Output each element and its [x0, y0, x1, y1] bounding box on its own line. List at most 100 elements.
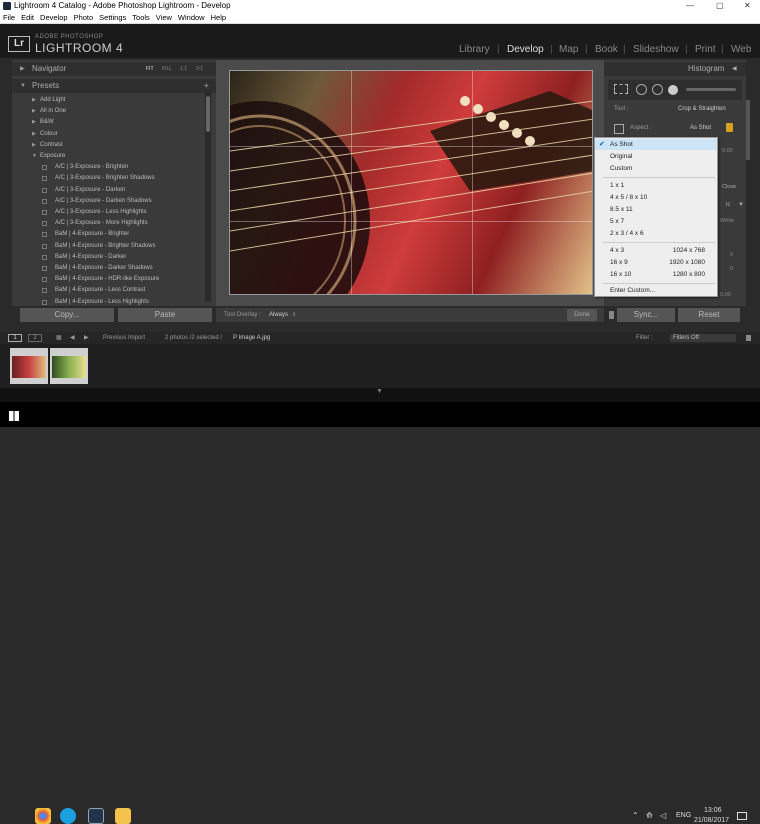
module-slideshow[interactable]: Slideshow: [633, 44, 679, 55]
preset-item[interactable]: A/C | 3-Exposure - Darken: [12, 185, 208, 196]
preset-item[interactable]: A/C | 3-Exposure - More Highlights: [12, 218, 208, 229]
preset-item[interactable]: BaM | 4-Exposure - Darker Shadows: [12, 263, 208, 274]
copy-button[interactable]: Copy...: [20, 308, 114, 322]
menu-view[interactable]: View: [156, 13, 172, 22]
clock-time[interactable]: 13:06: [704, 807, 722, 814]
presets-header[interactable]: ▼ Presets +: [12, 79, 216, 93]
presets-scrollbar[interactable]: [205, 92, 211, 302]
menu-settings[interactable]: Settings: [99, 13, 126, 22]
zoom-fill[interactable]: FILL: [162, 62, 172, 76]
screen-1-button[interactable]: 1: [8, 334, 22, 342]
add-preset-icon[interactable]: +: [204, 79, 209, 93]
preset-folder[interactable]: ▶ Add Light: [12, 95, 208, 106]
tool-overlay-select[interactable]: Always: [269, 308, 288, 322]
module-print[interactable]: Print: [695, 44, 716, 55]
aspect-option-original[interactable]: Original: [595, 151, 717, 162]
notifications-icon[interactable]: [737, 812, 747, 820]
filename[interactable]: P Image A.jpg: [233, 332, 270, 344]
aspect-value[interactable]: As Shot: [690, 125, 711, 131]
red-eye-icon[interactable]: [652, 84, 663, 95]
done-button[interactable]: Done: [567, 309, 597, 321]
preset-item[interactable]: A/C | 3-Exposure - Brighten: [12, 162, 208, 173]
aspect-option[interactable]: 2 x 3 / 4 x 6: [595, 228, 717, 239]
preset-folder[interactable]: ▶ B&W: [12, 117, 208, 128]
crop-frame-icon[interactable]: [614, 124, 624, 134]
aspect-option[interactable]: 8.5 x 11: [595, 204, 717, 215]
aspect-option[interactable]: 16 x 10 1280 x 800: [595, 269, 717, 280]
module-library[interactable]: Library: [459, 44, 490, 55]
network-icon[interactable]: ⟰: [646, 811, 653, 820]
close-icon[interactable]: ✕: [744, 0, 751, 12]
brush-slider-icon[interactable]: [686, 88, 736, 91]
tray-up-arrow-icon[interactable]: ⌃: [632, 811, 639, 820]
menu-tools[interactable]: Tools: [132, 13, 150, 22]
aspect-option-custom[interactable]: Custom: [595, 163, 717, 174]
module-book[interactable]: Book: [595, 44, 618, 55]
preset-item[interactable]: BaM | 4-Exposure - HDR-like Exposure: [12, 274, 208, 285]
aspect-option-as-shot[interactable]: ✔ As Shot: [595, 139, 717, 150]
graduated-filter-icon[interactable]: [668, 85, 678, 95]
module-map[interactable]: Map: [559, 44, 578, 55]
menu-photo[interactable]: Photo: [74, 13, 94, 22]
minimize-icon[interactable]: —: [686, 0, 694, 12]
language-indicator[interactable]: ENG: [676, 812, 691, 819]
preset-item[interactable]: BaM | 4-Exposure - Less Highlights: [12, 297, 208, 308]
zoom-1-1[interactable]: 1:1: [180, 62, 187, 76]
preset-item[interactable]: A/C | 3-Exposure - Brighten Shadows: [12, 173, 208, 184]
preset-folder[interactable]: ▶ Contrast: [12, 140, 208, 151]
preset-folder[interactable]: ▶ Colour: [12, 129, 208, 140]
preset-folder[interactable]: ▶ All in One: [12, 106, 208, 117]
clock-date[interactable]: 21/08/2017: [694, 817, 729, 824]
forward-arrow-icon[interactable]: ▶: [84, 332, 89, 344]
filter-select[interactable]: Filters Off: [670, 334, 736, 342]
module-web[interactable]: Web: [731, 44, 751, 55]
skype-icon[interactable]: [60, 808, 76, 824]
zoom-3-1[interactable]: 3:1: [196, 62, 203, 76]
aspect-option[interactable]: 16 x 9 1920 x 1080: [595, 257, 717, 268]
volume-icon[interactable]: ◁: [660, 811, 666, 820]
grid-view-icon[interactable]: ▦: [56, 332, 62, 344]
scrollbar-thumb[interactable]: [206, 96, 210, 132]
screen-2-button[interactable]: 2: [28, 334, 42, 342]
lock-icon[interactable]: [726, 123, 733, 132]
sync-button[interactable]: Sync...: [617, 308, 675, 322]
collapse-triangle-icon[interactable]: ▼: [376, 388, 383, 395]
film-thumbnail[interactable]: [50, 348, 88, 384]
paste-button[interactable]: Paste: [118, 308, 212, 322]
menu-edit[interactable]: Edit: [21, 13, 34, 22]
film-thumbnail[interactable]: [10, 348, 48, 384]
aspect-option[interactable]: 4 x 3 1024 x 768: [595, 245, 717, 256]
menu-file[interactable]: File: [3, 13, 15, 22]
navigator-header[interactable]: ▶ Navigator FIT FILL 1:1 3:1: [12, 62, 216, 76]
back-arrow-icon[interactable]: ◀: [70, 332, 75, 344]
menu-help[interactable]: Help: [211, 13, 226, 22]
file-explorer-icon[interactable]: [115, 808, 131, 824]
menu-develop[interactable]: Develop: [40, 13, 68, 22]
zoom-fit[interactable]: FIT: [146, 62, 154, 76]
preset-item[interactable]: BaM | 4-Exposure - Brighter: [12, 229, 208, 240]
lock-icon[interactable]: [746, 335, 751, 341]
guitar-photo[interactable]: [229, 70, 593, 295]
spot-removal-icon[interactable]: [636, 84, 647, 95]
aspect-option[interactable]: 1 x 1: [595, 180, 717, 191]
preset-item[interactable]: BaM | 4-Exposure - Brighter Shadows: [12, 241, 208, 252]
previous-import-label[interactable]: Previous Import: [103, 332, 145, 344]
reset-button[interactable]: Reset: [678, 308, 740, 322]
windows-start-icon[interactable]: [9, 411, 19, 421]
right-panel-scrollbar[interactable]: [746, 100, 750, 160]
menu-window[interactable]: Window: [178, 13, 205, 22]
preset-item[interactable]: BaM | 4-Exposure - Less Contrast: [12, 285, 208, 296]
preset-item[interactable]: A/C | 3-Exposure - Darken Shadows: [12, 196, 208, 207]
preset-folder[interactable]: ▼ Exposure: [12, 151, 208, 162]
preset-item[interactable]: A/C | 3-Exposure - Less Highlights: [12, 207, 208, 218]
aspect-option-enter-custom[interactable]: Enter Custom...: [595, 285, 717, 296]
sync-toggle-icon[interactable]: [609, 311, 614, 319]
maximize-icon[interactable]: ▢: [716, 0, 724, 12]
module-develop[interactable]: Develop: [507, 44, 544, 55]
close-button[interactable]: Close: [722, 184, 736, 190]
aspect-option[interactable]: 4 x 5 / 8 x 10: [595, 192, 717, 203]
chrome-icon[interactable]: [35, 808, 51, 824]
crop-tool-icon[interactable]: [614, 84, 628, 94]
preset-item[interactable]: BaM | 4-Exposure - Darker: [12, 252, 208, 263]
lightroom-taskbar-icon[interactable]: [88, 808, 104, 824]
